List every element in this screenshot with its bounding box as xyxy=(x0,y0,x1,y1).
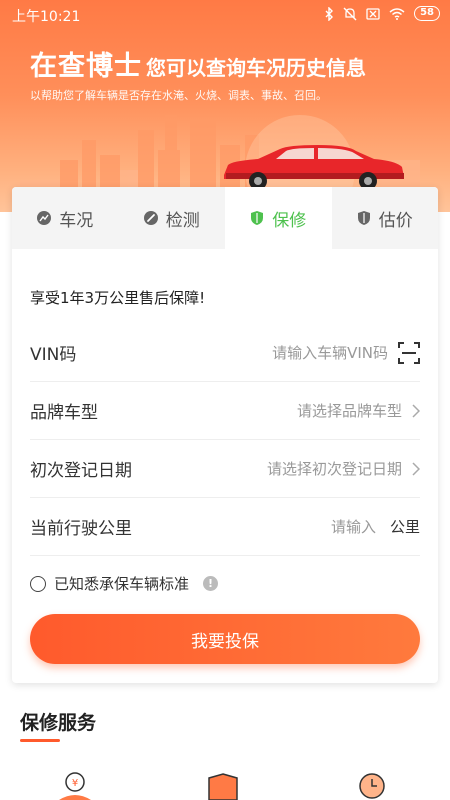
header-banner: 上午10:21 58 在查博士 您可以查询车况历史信息 以帮助您了解车辆是否存在水… xyxy=(0,0,450,212)
header-title: 在查博士 您可以查询车况历史信息 xyxy=(30,44,366,83)
vin-label: VIN码 xyxy=(30,345,77,365)
tab-label: 检测 xyxy=(165,210,200,231)
tab-label: 车况 xyxy=(59,210,94,231)
mileage-label: 当前行驶公里 xyxy=(30,519,132,539)
apply-insurance-button[interactable]: 我要投保 xyxy=(30,614,420,664)
insurance-card: 车况 检测 保修 估价 享受1年3万公里售后保障! VIN码 请输入车辆VIN码… xyxy=(12,187,438,683)
wifi-icon xyxy=(389,7,405,20)
status-icons: 58 xyxy=(324,6,440,21)
status-time: 上午10:21 xyxy=(12,9,81,25)
mileage-input[interactable]: 请输入 xyxy=(331,516,376,537)
tab-label: 保修 xyxy=(272,210,307,231)
shield-icon xyxy=(251,211,264,225)
brand-model-label: 品牌车型 xyxy=(30,403,98,423)
registration-date-row[interactable]: 初次登记日期 请选择初次登记日期 xyxy=(30,440,420,498)
chevron-right-icon xyxy=(412,403,420,418)
agreement-radio[interactable] xyxy=(30,575,46,592)
tab-valuation[interactable]: 估价 xyxy=(332,187,439,249)
mileage-unit: 公里 xyxy=(389,518,420,536)
money-bag-icon[interactable]: ¥ xyxy=(55,772,95,800)
brand-name: 在查博士 xyxy=(30,51,142,82)
chart-icon xyxy=(37,211,52,225)
status-bar: 上午10:21 58 xyxy=(0,0,450,30)
brand-model-row[interactable]: 品牌车型 请选择品牌车型 xyxy=(30,382,420,440)
vin-input[interactable]: 请输入车辆VIN码 xyxy=(272,342,388,363)
mute-icon xyxy=(343,7,357,20)
scan-icon[interactable] xyxy=(398,341,420,364)
warranty-notice: 享受1年3万公里售后保障! xyxy=(30,289,206,307)
header-tagline: 您可以查询车况历史信息 xyxy=(146,56,366,80)
brand-model-select[interactable]: 请选择品牌车型 xyxy=(297,400,402,421)
section-title: 保修服务 xyxy=(20,712,97,734)
agreement-text: 已知悉承保车辆标准 xyxy=(54,575,190,593)
red-car-illustration xyxy=(224,145,404,190)
agreement-row[interactable]: 已知悉承保车辆标准 ! xyxy=(30,573,219,594)
tab-warranty[interactable]: 保修 xyxy=(225,187,332,249)
vin-row[interactable]: VIN码 请输入车辆VIN码 xyxy=(30,324,420,382)
wrench-icon xyxy=(143,211,158,225)
shield-icon xyxy=(357,211,370,225)
info-icon[interactable]: ! xyxy=(203,576,219,591)
mileage-row[interactable]: 当前行驶公里 请输入 公里 xyxy=(30,498,420,556)
location-clock-icon[interactable] xyxy=(355,772,389,800)
tab-bar: 车况 检测 保修 估价 xyxy=(12,187,438,249)
shield-service-icon[interactable] xyxy=(205,772,241,800)
svg-text:¥: ¥ xyxy=(72,778,78,789)
tab-vehicle-condition[interactable]: 车况 xyxy=(12,187,119,249)
tab-inspection[interactable]: 检测 xyxy=(119,187,226,249)
battery-indicator: 58 xyxy=(414,6,440,21)
section-underline xyxy=(20,739,60,742)
tab-label: 估价 xyxy=(378,210,413,231)
bluetooth-icon xyxy=(325,6,334,21)
no-sim-icon xyxy=(366,7,380,20)
registration-date-label: 初次登记日期 xyxy=(30,461,132,481)
registration-date-select[interactable]: 请选择初次登记日期 xyxy=(267,458,402,479)
chevron-right-icon xyxy=(412,461,420,476)
